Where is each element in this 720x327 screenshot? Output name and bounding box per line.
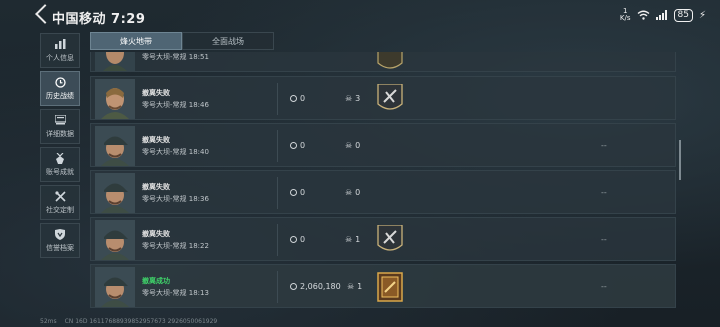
match-result: 撤离失败: [142, 89, 170, 97]
match-result: 撤离成功: [142, 277, 170, 285]
loot-value: 0: [290, 94, 305, 103]
match-mode-time: 零号大坝-常规 18:51: [142, 53, 209, 61]
list-scrollbar[interactable]: [679, 140, 681, 180]
signal-icon: [655, 10, 667, 20]
sidebar-item-label: 社交定制: [46, 206, 74, 214]
operator-avatar: [95, 267, 135, 307]
skull-icon: ☠: [347, 282, 355, 291]
silver-badge-icon: [377, 225, 403, 251]
ping: 52ms: [40, 318, 57, 325]
match-mode-time: 零号大坝-常规 18:36: [142, 195, 209, 203]
column-divider: [277, 177, 278, 209]
match-mode-time: 零号大坝-常规 18:13: [142, 289, 209, 297]
match-row[interactable]: 撤离失败 零号大坝-常规 18:36 0 ☠ 0 --: [90, 170, 676, 214]
footer-info: 52ms CN 16D 16117688939852957673 2926050…: [40, 318, 217, 325]
loot-value: 0: [290, 141, 305, 150]
match-row[interactable]: 撤离失败 零号大坝-常规 18:46 0 ☠ 3: [90, 76, 676, 120]
coin-icon: [290, 189, 297, 196]
operator-avatar: [95, 173, 135, 213]
coin-icon: [290, 95, 297, 102]
column-divider: [277, 224, 278, 256]
match-row[interactable]: 零号大坝-常规 18:51: [90, 52, 676, 72]
kill-count: ☠ 1: [345, 235, 361, 244]
coin-icon: [290, 142, 297, 149]
net-speed: 1 K/s: [619, 7, 631, 22]
coin-icon: [290, 283, 297, 290]
match-row[interactable]: 撤离失败 零号大坝-常规 18:40 0 ☠ 0 --: [90, 123, 676, 167]
battery-level: 85: [673, 8, 693, 22]
sidebar-item-profile[interactable]: 个人信息: [40, 33, 80, 68]
tab-full-battlefield[interactable]: 全面战场: [182, 32, 274, 50]
mode-tabs: 烽火地带 全面战场: [90, 32, 274, 50]
column-divider: [277, 271, 278, 303]
gold-badge-icon: [377, 272, 403, 302]
carrier-time: 中国移动 7:29: [52, 12, 146, 27]
data-icon: [54, 114, 66, 126]
sidebar-item-social[interactable]: 社交定制: [40, 185, 80, 220]
match-result: 撤离失败: [142, 230, 170, 238]
match-mode-time: 零号大坝-常规 18:22: [142, 242, 209, 250]
sidebar-item-credit[interactable]: 信誉档案: [40, 223, 80, 258]
match-mode-time: 零号大坝-常规 18:40: [142, 148, 209, 156]
coin-icon: [290, 236, 297, 243]
sidebar-item-achievements[interactable]: 账号成就: [40, 147, 80, 182]
loot-value: 0: [290, 188, 305, 197]
sidebar-item-label: 个人信息: [46, 54, 74, 62]
history-icon: [54, 76, 66, 88]
match-row[interactable]: 撤离失败 零号大坝-常规 18:22 0 ☠ 1 --: [90, 217, 676, 261]
match-extra: --: [601, 141, 607, 150]
status-icons: 1 K/s 85 ⚡: [620, 8, 706, 22]
kill-count: ☠ 0: [345, 141, 361, 150]
column-divider: [277, 130, 278, 162]
column-divider: [277, 83, 278, 115]
match-result: 撤离失败: [142, 136, 170, 144]
session-id: CN 16D 16117688939852957673 292605006192…: [64, 318, 218, 325]
sidebar-item-label: 信誉档案: [46, 244, 74, 252]
sidebar-item-label: 详细数据: [46, 130, 74, 138]
match-extra: --: [601, 282, 607, 291]
medal-icon: [54, 152, 66, 164]
sidebar-item-label: 账号成就: [46, 168, 74, 176]
sidebar: 个人信息 历史战绩 详细数据 账号成就 社交定制 信誉档案: [40, 33, 80, 261]
skull-icon: ☠: [345, 94, 353, 103]
match-mode-time: 零号大坝-常规 18:46: [142, 101, 209, 109]
charging-icon: ⚡: [698, 9, 706, 21]
tab-warzone-hazard[interactable]: 烽火地带: [90, 32, 182, 50]
sidebar-item-details[interactable]: 详细数据: [40, 109, 80, 144]
operator-avatar: [95, 126, 135, 166]
operator-avatar: [95, 79, 135, 119]
rank-badge-icon: [377, 52, 403, 69]
silver-badge-icon: [377, 84, 403, 110]
match-extra: --: [601, 188, 607, 197]
skull-icon: ☠: [345, 141, 353, 150]
tools-icon: [54, 190, 66, 202]
kill-count: ☠ 1: [347, 282, 363, 291]
operator-avatar: [95, 52, 135, 71]
sidebar-item-label: 历史战绩: [46, 92, 74, 100]
loot-value: 2,060,180: [290, 282, 341, 291]
sidebar-item-history[interactable]: 历史战绩: [40, 71, 80, 106]
kill-count: ☠ 3: [345, 94, 361, 103]
wifi-icon: [637, 10, 649, 20]
loot-value: 0: [290, 235, 305, 244]
operator-avatar: [95, 220, 135, 260]
bar-chart-icon: [54, 38, 66, 50]
skull-icon: ☠: [345, 188, 353, 197]
match-result: 撤离失败: [142, 183, 170, 191]
kill-count: ☠ 0: [345, 188, 361, 197]
skull-icon: ☠: [345, 235, 353, 244]
status-bar: 中国移动 7:29 1 K/s 85 ⚡: [0, 0, 720, 32]
match-history-list[interactable]: 零号大坝-常规 18:51 撤离失败 零号大坝-常规 18:46 0 ☠ 3 撤…: [90, 52, 676, 312]
match-row[interactable]: 撤离成功 零号大坝-常规 18:13 2,060,180 ☠ 1 --: [90, 264, 676, 308]
shield-icon: [54, 228, 66, 240]
match-extra: --: [601, 235, 607, 244]
